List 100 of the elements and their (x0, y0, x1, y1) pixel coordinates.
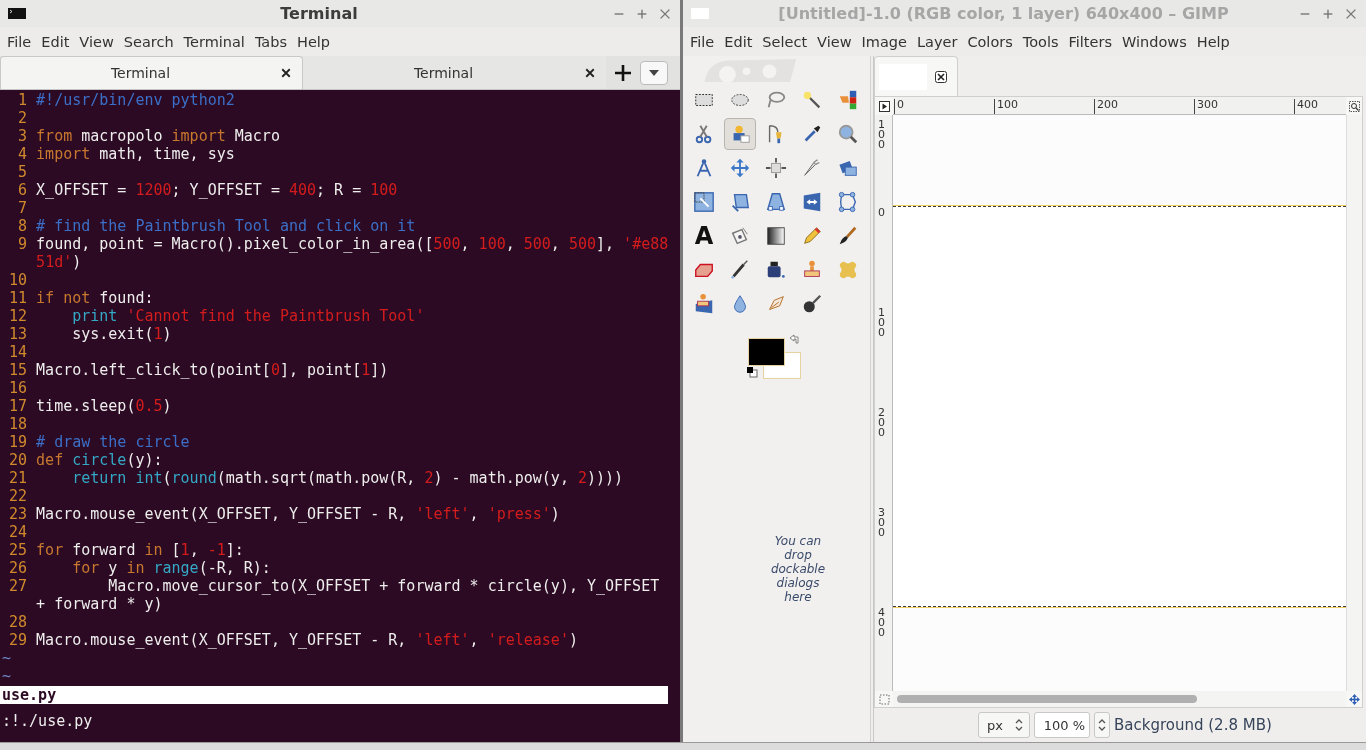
menu-item[interactable]: Tools (1017, 30, 1064, 53)
empty-line-marker: ~ (2, 649, 12, 667)
code-line: if not found: (36, 289, 154, 307)
line-number: 19 (8, 433, 28, 451)
code-line: # find the Paintbrush Tool and click on it (36, 217, 416, 235)
line-number: 8 (17, 217, 28, 235)
line-number: 5 (17, 163, 28, 181)
menu-item[interactable]: Search (118, 30, 179, 53)
menu-item[interactable]: Layer (911, 30, 963, 53)
close-icon[interactable] (584, 66, 596, 79)
line-number: 1 (17, 91, 28, 109)
line-number: 14 (8, 343, 28, 361)
navigate-icon[interactable] (1348, 693, 1360, 705)
menu-item[interactable]: Edit (36, 30, 75, 53)
line-number: 24 (8, 523, 28, 541)
line-number: 2 (17, 109, 28, 127)
ruler-label: 300 (878, 508, 885, 538)
code-line: return int(round(math.sqrt(math.pow(R, 2) - math.pow(y, 2)))) (71, 469, 624, 487)
menu-item[interactable]: Tabs (249, 30, 292, 53)
ruler-label: 100 (878, 120, 885, 150)
ruler-label: 200 (878, 408, 885, 438)
code-line: def circle(y): (36, 451, 163, 469)
code-line: time.sleep(0.5) (36, 397, 172, 415)
line-number: 22 (8, 487, 28, 505)
menu-item[interactable]: Select (757, 30, 813, 53)
line-number: 12 (8, 307, 28, 325)
command-line: :!./use.py (2, 712, 93, 730)
dock-hint-text: You can drop dockable dialogs here (769, 534, 827, 604)
code-line: Macro.mouse_event(X_OFFSET, Y_OFFSET - R, 'left', 'release') (36, 631, 578, 649)
terminal-icon (8, 8, 26, 19)
menu-item[interactable]: Colors (962, 30, 1018, 53)
menu-item[interactable]: Filters (1063, 30, 1117, 53)
menu-item[interactable]: View (812, 30, 857, 53)
line-number: 25 (8, 541, 28, 559)
menu-item[interactable]: File (685, 30, 720, 53)
ruler-label: 400 (878, 608, 885, 638)
caret-icon (649, 69, 659, 76)
line-number: 21 (8, 469, 28, 487)
menu-item[interactable]: View (74, 30, 119, 53)
code-line: #!/usr/bin/env python2 (36, 91, 235, 109)
menu-item[interactable]: Edit (719, 30, 758, 53)
code-line: Macro.left_click_to(point[0], point[1]) (36, 361, 389, 379)
up-down-arrows-icon (1098, 718, 1106, 732)
menu-item[interactable]: Help (1191, 30, 1235, 53)
code-line: found, point = Macro().pixel_color_in_area([500, 100, 500, 500], '#e88 (36, 235, 669, 253)
code-line: print 'Cannot find the Paintbrush Tool' (71, 307, 425, 325)
menu-item[interactable]: Image (856, 30, 912, 53)
layer-info: Background (2.8 MB) (1114, 716, 1272, 734)
window-title: [Untitled]-1.0 (RGB color, 1 layer) 640x400 – GIMP (777, 4, 1230, 23)
line-number: 23 (8, 505, 28, 523)
zoom-spin-button[interactable] (1094, 712, 1110, 738)
line-number: 11 (8, 289, 28, 307)
dropdown-button[interactable] (640, 60, 668, 85)
color-swatches-drawing[interactable] (748, 338, 802, 380)
swap-arrows-icon[interactable] (788, 334, 800, 346)
code-line: X_OFFSET = 1200; Y_OFFSET = 400; R = 100 (36, 181, 398, 199)
code-line: import math, time, sys (36, 145, 235, 163)
tab[interactable]: Terminal (0, 56, 303, 89)
line-number: 27 (8, 577, 28, 595)
line-number: 15 (8, 361, 28, 379)
close-icon[interactable] (280, 67, 292, 79)
zoom-icon[interactable] (1348, 100, 1360, 112)
code-line: sys.exit(1) (71, 325, 172, 343)
window-icon (691, 8, 709, 19)
code-line: for forward in [1, -1]: (36, 541, 244, 559)
line-number: 3 (17, 127, 28, 145)
ruler-label: 0 (878, 208, 885, 218)
up-down-arrows-icon (1015, 718, 1023, 732)
line-number: 17 (8, 397, 28, 415)
menu-item[interactable]: Help (292, 30, 336, 53)
text-tool-button[interactable]: A (688, 220, 720, 252)
window-title: Terminal (279, 4, 359, 23)
line-number: 29 (8, 631, 28, 649)
code-line: # draw the circle (36, 433, 190, 451)
close-icon[interactable] (935, 70, 947, 83)
line-number: 20 (8, 451, 28, 469)
menu-item[interactable]: Windows (1117, 30, 1192, 53)
empty-line-marker: ~ (2, 667, 12, 685)
foreground-select-icon[interactable] (724, 118, 756, 150)
menu-item[interactable]: File (2, 30, 37, 53)
code-line: Macro.mouse_event(X_OFFSET, Y_OFFSET - R, 'left', 'press') (36, 505, 560, 523)
play-icon[interactable] (878, 100, 890, 112)
line-number: 6 (17, 181, 28, 199)
code-line: Macro.move_cursor_to(X_OFFSET + forward * circle(y), Y_OFFSET (107, 577, 660, 595)
tab[interactable]: Terminal (303, 56, 606, 89)
line-number: 16 (8, 379, 28, 397)
line-number: 10 (8, 271, 28, 289)
line-number: 4 (17, 145, 28, 163)
default-colors-icon[interactable] (746, 366, 758, 378)
line-number: 9 (17, 235, 28, 253)
code-line: 51d') (36, 253, 82, 271)
menu-item[interactable]: Terminal (178, 30, 250, 53)
zoom-field[interactable]: 100 % (1034, 712, 1090, 738)
unit-dropdown[interactable]: px (978, 712, 1030, 738)
line-number: 26 (8, 559, 28, 577)
line-number: 7 (17, 199, 28, 217)
line-number: 13 (8, 325, 28, 343)
code-line: + forward * y) (36, 595, 163, 613)
ruler-label: 100 (878, 308, 885, 338)
line-number: 18 (8, 415, 28, 433)
